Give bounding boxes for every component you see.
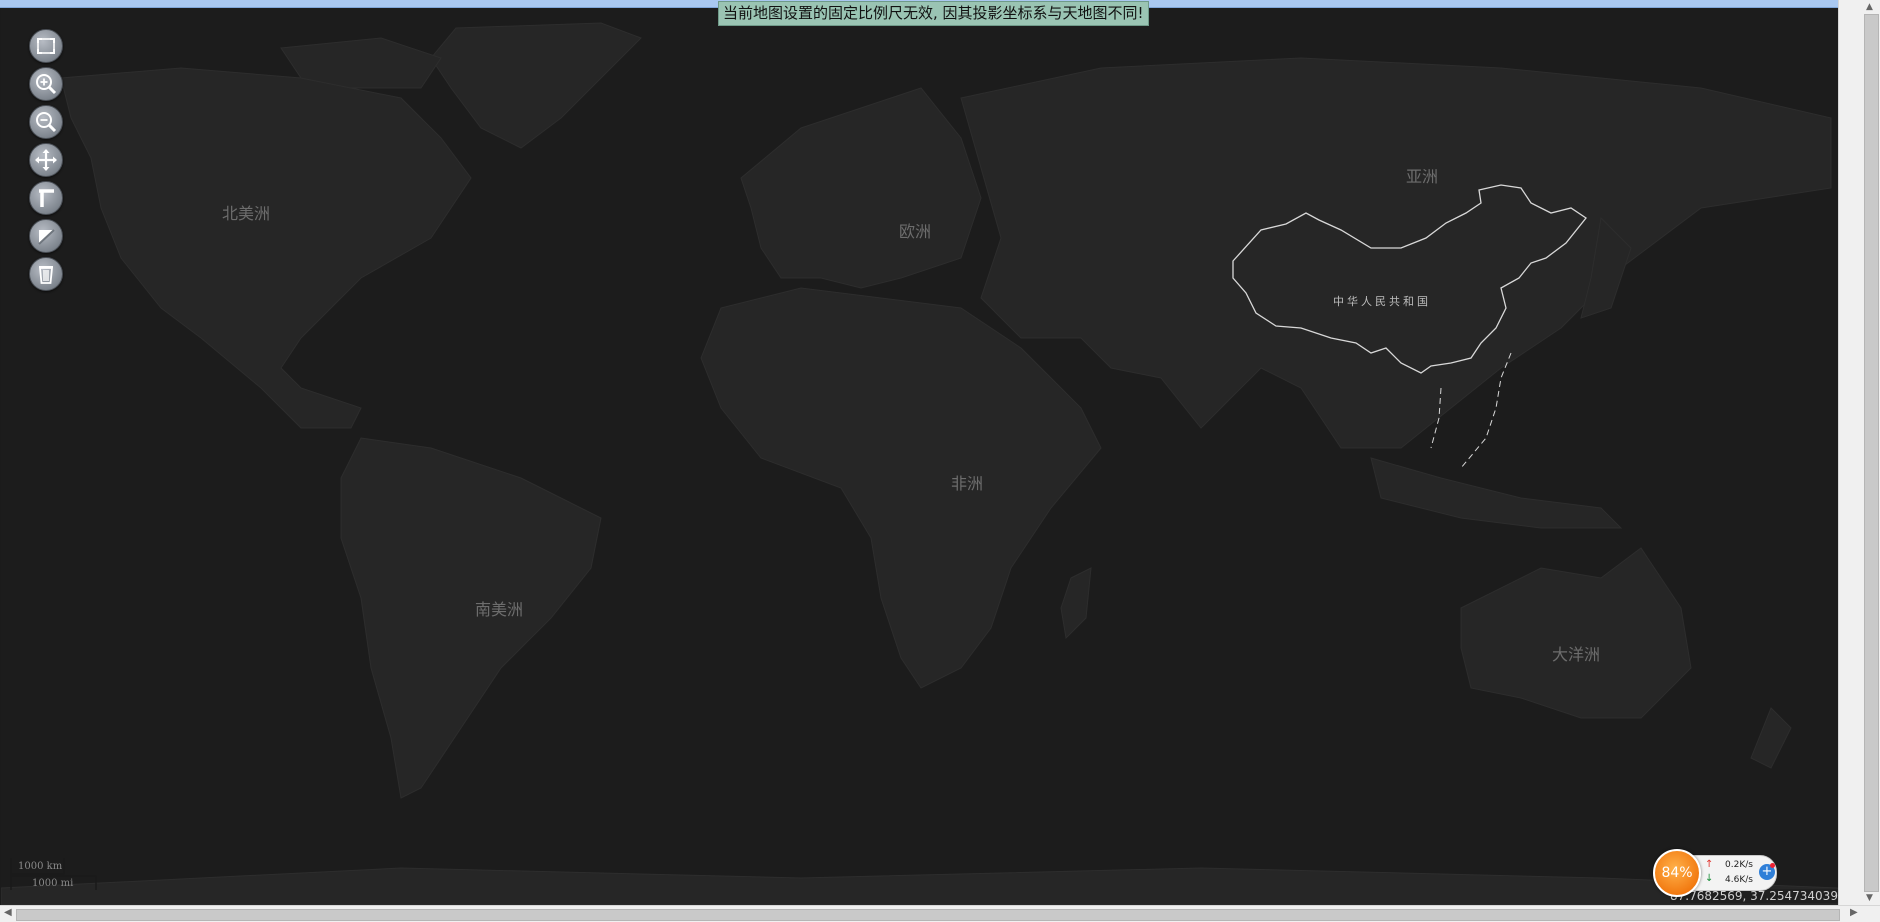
zoom-in-icon xyxy=(36,74,57,95)
label-asia: 亚洲 xyxy=(1406,167,1439,186)
notification-dot xyxy=(1770,863,1775,868)
label-north-america: 北美洲 xyxy=(222,204,271,223)
north-america-shape xyxy=(60,67,472,429)
measure-area-icon xyxy=(38,229,55,245)
cpu-gauge: 84% xyxy=(1653,849,1701,897)
zoom-out-button[interactable] xyxy=(29,105,63,139)
download-rate: 4.6K/s xyxy=(1725,875,1753,885)
greenland-shape xyxy=(430,22,642,149)
zoom-out-icon xyxy=(36,112,57,133)
pan-button[interactable] xyxy=(29,143,63,177)
antarctica-shape xyxy=(1,867,1838,905)
map-toolbar xyxy=(29,29,63,295)
map-canvas[interactable]: 北美洲 欧洲 亚洲 非洲 南美洲 大洋洲 中华人民共和国 xyxy=(1,8,1838,905)
label-china: 中华人民共和国 xyxy=(1333,295,1431,308)
upload-arrow-icon: ↑ xyxy=(1705,859,1714,870)
scroll-up-arrow-icon[interactable]: ▲ xyxy=(1866,2,1873,12)
world-map-shapes xyxy=(1,22,1838,905)
south-america-shape xyxy=(340,437,602,799)
measure-distance-icon xyxy=(39,189,54,207)
new-zealand-shape xyxy=(1750,707,1792,769)
pan-icon xyxy=(35,149,57,171)
scale-km-label: 1000 km xyxy=(18,861,63,872)
label-europe: 欧洲 xyxy=(899,222,932,241)
australia-shape xyxy=(1460,547,1692,719)
horizontal-scrollbar[interactable]: ◀ ▶ xyxy=(0,905,1880,922)
fullscreen-button[interactable] xyxy=(29,29,63,63)
madagascar-shape xyxy=(1060,567,1092,640)
vertical-scrollbar[interactable]: ▲ ▼ xyxy=(1838,0,1880,906)
measure-area-button[interactable] xyxy=(29,219,63,253)
scale-mi-label: 1000 mi xyxy=(32,878,74,889)
horizontal-scroll-thumb[interactable] xyxy=(16,909,1840,921)
europe-shape xyxy=(740,87,982,289)
projection-warning-banner: 当前地图设置的固定比例尺无效, 因其投影坐标系与天地图不同! xyxy=(718,1,1149,26)
zoom-in-button[interactable] xyxy=(29,67,63,101)
clear-button[interactable] xyxy=(29,257,63,291)
africa-shape xyxy=(700,287,1102,689)
scale-bar: 1000 km 1000 mi xyxy=(10,856,100,896)
scroll-right-arrow-icon[interactable]: ▶ xyxy=(1850,907,1858,918)
scroll-left-arrow-icon[interactable]: ◀ xyxy=(4,907,12,918)
scroll-down-arrow-icon[interactable]: ▼ xyxy=(1866,893,1873,903)
network-speed-widget[interactable]: 84% ↑ ↓ 0.2K/s 4.6K/s + xyxy=(1653,849,1779,897)
asia-shape xyxy=(960,57,1832,449)
measure-distance-button[interactable] xyxy=(29,181,63,215)
vertical-scroll-thumb[interactable] xyxy=(1864,14,1879,892)
trash-icon xyxy=(39,266,53,284)
upload-rate: 0.2K/s xyxy=(1725,860,1753,870)
label-south-america: 南美洲 xyxy=(475,600,524,619)
label-africa: 非洲 xyxy=(951,474,984,493)
indonesia-shape xyxy=(1370,457,1623,529)
fullscreen-icon xyxy=(37,38,55,54)
label-oceania: 大洋洲 xyxy=(1552,645,1601,664)
download-arrow-icon: ↓ xyxy=(1705,873,1714,884)
